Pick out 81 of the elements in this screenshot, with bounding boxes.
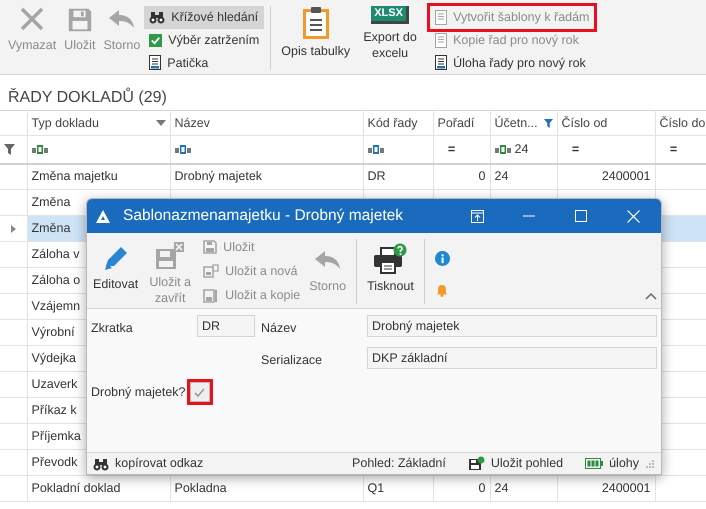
- view-label: Pohled: Základní: [352, 455, 446, 472]
- input-field[interactable]: DR: [197, 315, 255, 337]
- filter-icon[interactable]: [4, 144, 15, 156]
- checkbox-label: Drobný majetek?: [91, 384, 186, 401]
- save-new-icon: [203, 264, 220, 278]
- operator-symbol[interactable]: =: [448, 140, 456, 159]
- table-cell: Výdejka: [32, 351, 76, 366]
- filter-icon[interactable]: [544, 118, 552, 128]
- save-icon: [203, 240, 218, 254]
- operator-symbol[interactable]: =: [572, 140, 580, 159]
- ribbon-button[interactable]: Opis tabulky: [277, 2, 354, 74]
- table-cell: Vzájemn: [32, 299, 80, 314]
- table-cell: Pokladní doklad: [32, 481, 120, 496]
- table-cell: Výrobní: [32, 325, 75, 340]
- minimize-icon[interactable]: [523, 215, 535, 217]
- logo-icon: [95, 208, 111, 224]
- save-view-link[interactable]: Uložit pohled: [490, 454, 564, 473]
- info-icon[interactable]: [434, 251, 450, 266]
- close-icon[interactable]: [626, 210, 640, 222]
- ribbon-option[interactable]: Výběr zatržením: [144, 28, 264, 52]
- binoculars-icon: [149, 10, 166, 24]
- document-icon: [435, 32, 448, 48]
- table-cell: 0: [478, 169, 486, 184]
- input-field[interactable]: DKP základní: [367, 347, 657, 369]
- copy-link[interactable]: kopírovat odkaz: [115, 454, 204, 473]
- input-field[interactable]: Drobný majetek: [367, 315, 657, 337]
- table-cell: 0: [478, 481, 486, 496]
- table-cell: Změna: [32, 195, 70, 210]
- ribbon-button[interactable]: XLSX Export do excelu: [354, 2, 426, 74]
- file-type-label: XLSX: [371, 6, 409, 24]
- grid-title: ŘADY DOKLADŮ (29): [7, 86, 168, 108]
- save-close-icon: [154, 241, 186, 271]
- filter-value[interactable]: 24: [514, 140, 528, 159]
- field-label: Serializace: [261, 352, 324, 369]
- window-title: Sablonazmenamajetku - Drobný majetek: [123, 206, 404, 226]
- tasks-link[interactable]: úlohy: [609, 454, 639, 473]
- table-cell: Příjemka: [32, 429, 81, 444]
- ribbon-option[interactable]: Úloha řady pro nový rok: [430, 52, 594, 74]
- table-cell: Pokladna: [174, 481, 227, 496]
- checkbox-icon: [149, 34, 162, 47]
- document-icon: [149, 55, 162, 70]
- resize-grip-icon[interactable]: [645, 458, 655, 468]
- table-cell: Změna majetku: [32, 169, 118, 184]
- save-icon[interactable]: [468, 456, 485, 471]
- table-cell: Záloha v: [32, 247, 80, 262]
- table-cell: 2400001: [602, 169, 650, 184]
- ribbon-option[interactable]: Křížové hledání: [144, 6, 264, 29]
- print-button[interactable]: Tisknout: [363, 235, 418, 308]
- table-cell: Uzaverk: [32, 377, 78, 392]
- document-icon: [435, 55, 448, 70]
- table-cell: Příkaz k: [32, 403, 77, 418]
- text-filter-icon[interactable]: [368, 144, 384, 154]
- binoculars-icon: [93, 456, 109, 470]
- table-cell: DR: [368, 169, 386, 184]
- operator-symbol[interactable]: =: [670, 140, 678, 159]
- caret-icon[interactable]: [156, 120, 166, 126]
- chevron-up-icon[interactable]: [645, 292, 657, 300]
- table-cell: Q1: [368, 481, 384, 496]
- printer-icon: [372, 243, 408, 275]
- check-icon: [194, 388, 205, 396]
- restore-icon[interactable]: [470, 210, 484, 222]
- ribbon-option[interactable]: Patička: [144, 52, 264, 74]
- clipboard-icon: [302, 6, 330, 40]
- document-icon: [435, 10, 448, 25]
- field-label: Zkratka: [91, 320, 134, 337]
- text-filter-icon[interactable]: [494, 144, 510, 154]
- column-header[interactable]: Název: [174, 114, 210, 132]
- table-cell: 2400001: [602, 481, 650, 496]
- table-cell: Převodk: [32, 455, 78, 470]
- table-cell: 24: [494, 481, 508, 496]
- edit-button[interactable]: Editovat: [89, 235, 142, 308]
- battery-icon[interactable]: [585, 458, 604, 469]
- table-cell: Drobný majetek: [174, 169, 262, 184]
- table-cell: 24: [494, 169, 508, 184]
- save-copy-icon: [203, 288, 220, 302]
- maximize-icon[interactable]: [575, 210, 587, 222]
- field-label: Název: [261, 320, 298, 337]
- text-filter-icon[interactable]: [174, 144, 190, 154]
- text-filter-icon[interactable]: [32, 144, 48, 154]
- table-cell: Změna: [32, 221, 70, 236]
- table-cell: Záloha o: [32, 273, 80, 288]
